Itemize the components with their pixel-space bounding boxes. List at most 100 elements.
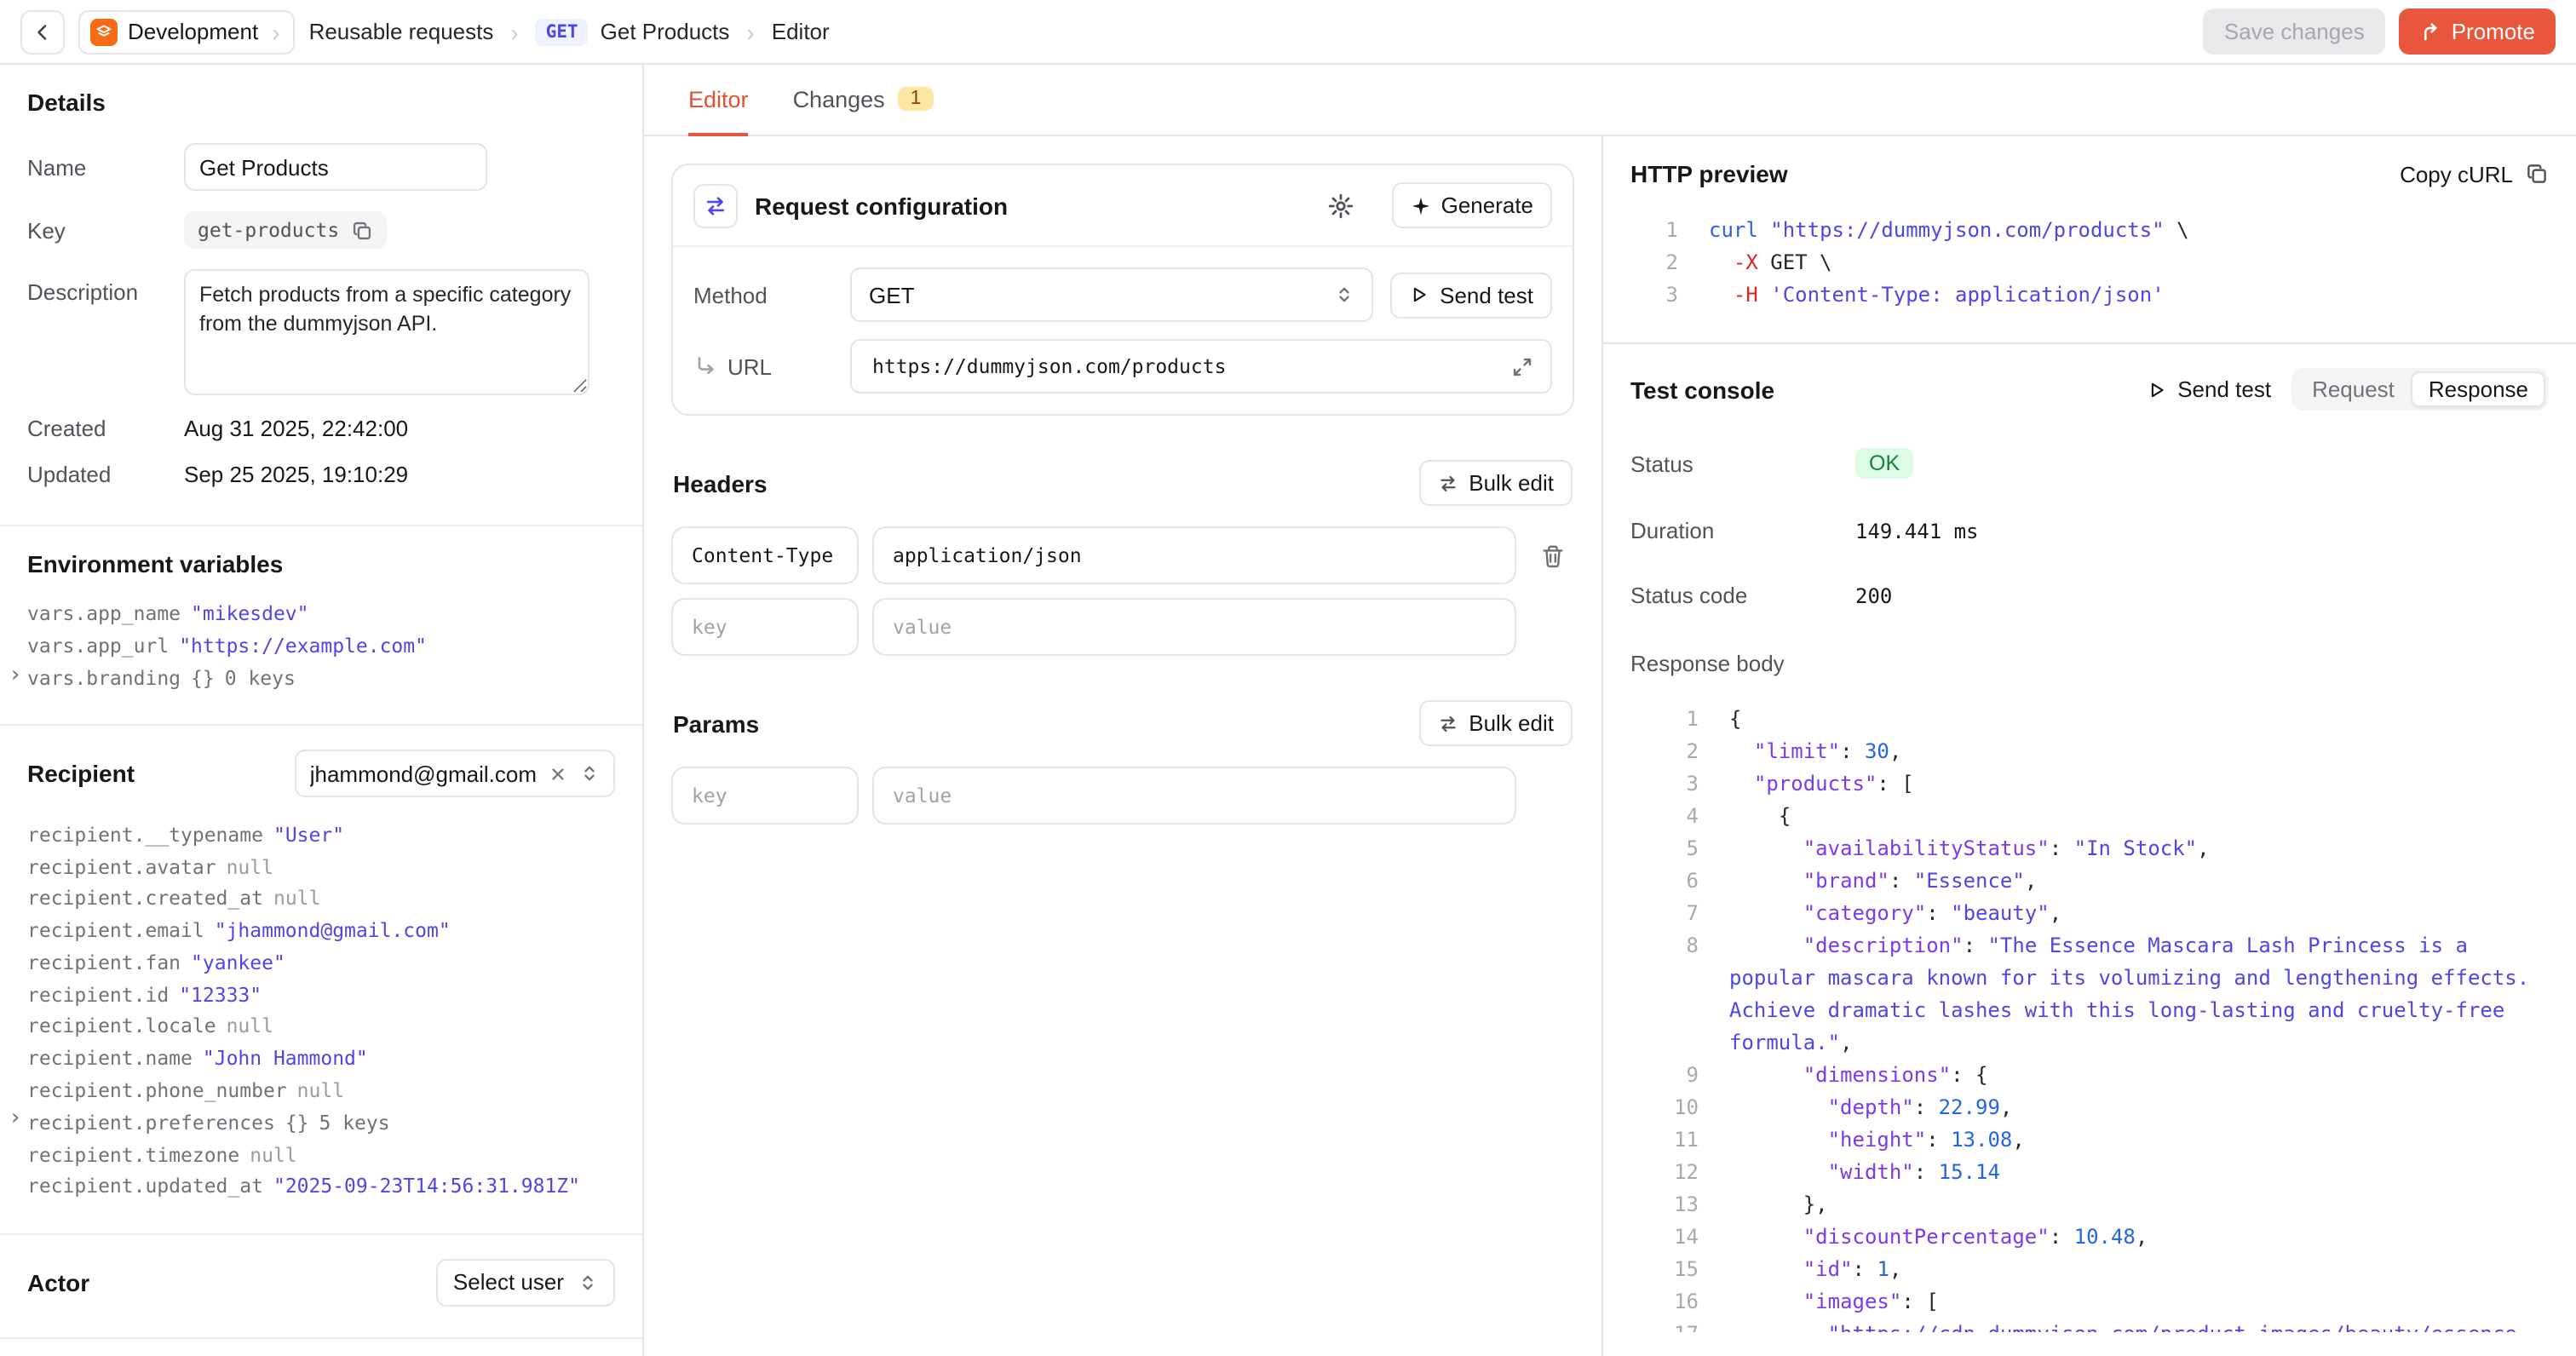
tabbar: Editor Changes 1	[644, 65, 2576, 136]
request-settings-button[interactable]	[1327, 192, 1354, 219]
gear-icon	[1327, 192, 1354, 219]
variable-key: recipient.created_at	[27, 887, 263, 911]
variable-value: "2025-09-23T14:56:31.981Z"	[273, 1175, 580, 1198]
recipient-section: Recipient jhammond@gmail.com recipient._…	[0, 727, 642, 1235]
code-text: "id": 1,	[1729, 1254, 2549, 1286]
description-label: Description	[27, 269, 184, 305]
line-number: 8	[1651, 930, 1699, 1060]
headers-bulk-edit-button[interactable]: Bulk edit	[1419, 460, 1573, 506]
recipient-props-list: recipient.__typename"User"recipient.avat…	[27, 819, 615, 1203]
name-input[interactable]	[184, 143, 487, 191]
variable-value: null	[227, 1014, 273, 1038]
variable-row[interactable]: ›recipient.preferences{}5 keys	[27, 1106, 615, 1139]
header-key-input-empty[interactable]	[671, 598, 859, 656]
breadcrumb-request[interactable]: GET Get Products	[536, 18, 730, 45]
param-key-input[interactable]	[671, 767, 859, 825]
environment-switcher[interactable]: Development ›	[78, 9, 296, 54]
variable-row: recipient.name"John Hammond"	[27, 1043, 615, 1075]
line-number: 16	[1651, 1286, 1699, 1319]
method-select[interactable]: GET	[850, 267, 1373, 322]
swap-horizontal-icon	[1438, 473, 1458, 493]
response-body-label: Response body	[1630, 651, 2549, 676]
variable-key: recipient.fan	[27, 951, 181, 974]
variable-key: recipient.id	[27, 982, 169, 1006]
console-send-test-button[interactable]: Send test	[2147, 376, 2271, 402]
line-number: 11	[1651, 1124, 1699, 1157]
send-test-button[interactable]: Send test	[1390, 272, 1552, 318]
params-bulk-edit-button[interactable]: Bulk edit	[1419, 700, 1573, 746]
tenant-section: Tenant Select tenant	[0, 1338, 642, 1356]
description-textarea[interactable]: Fetch products from a specific category …	[184, 269, 589, 395]
chevron-updown-icon	[578, 1272, 598, 1292]
environment-variables-list: vars.app_name"mikesdev"vars.app_url"http…	[27, 598, 615, 694]
updated-value: Sep 25 2025, 19:10:29	[184, 462, 408, 487]
param-value-input[interactable]	[872, 767, 1516, 825]
tab-changes[interactable]: Changes 1	[793, 65, 934, 136]
preview-panel: HTTP preview Copy cURL 1curl "https://du…	[1601, 136, 2576, 1356]
name-label: Name	[27, 154, 184, 180]
variable-row[interactable]: ›vars.branding{}0 keys	[27, 662, 615, 694]
expand-url-button[interactable]	[1511, 355, 1533, 377]
arrow-branch-icon	[693, 354, 717, 378]
details-sidebar: Details Name Key get-products	[0, 65, 644, 1356]
line-number: 10	[1651, 1092, 1699, 1124]
environment-variables-title: Environment variables	[27, 550, 615, 577]
code-text: -X GET \	[1709, 247, 2549, 279]
chevron-right-icon: ›	[9, 664, 22, 686]
variable-value: null	[273, 887, 320, 911]
header-value-input[interactable]	[872, 526, 1516, 584]
header-key-input[interactable]	[671, 526, 859, 584]
generate-button[interactable]: Generate	[1392, 182, 1552, 228]
variable-key: recipient.__typename	[27, 822, 263, 846]
code-text: "https://cdn.dummyjson.com/product-image…	[1729, 1319, 2549, 1332]
code-text: "discountPercentage": 10.48,	[1729, 1221, 2549, 1254]
variable-key: vars.app_name	[27, 602, 181, 626]
back-button[interactable]	[20, 9, 65, 54]
line-number: 12	[1651, 1157, 1699, 1189]
test-console-section: Test console Send test Request Response	[1603, 344, 2576, 1356]
variable-key: recipient.name	[27, 1046, 193, 1070]
tab-editor[interactable]: Editor	[688, 65, 749, 136]
actor-select[interactable]: Select user	[436, 1258, 615, 1306]
variable-row: recipient.id"12333"	[27, 979, 615, 1011]
line-number: 9	[1651, 1060, 1699, 1092]
key-chip: get-products	[184, 211, 387, 249]
variable-row: vars.app_url"https://example.com"	[27, 630, 615, 663]
copy-key-button[interactable]	[351, 219, 373, 241]
request-swap-icon	[693, 183, 738, 227]
clear-x-icon[interactable]	[549, 765, 567, 784]
created-value: Aug 31 2025, 22:42:00	[184, 416, 408, 441]
actor-title: Actor	[27, 1268, 89, 1296]
url-input[interactable]	[869, 353, 1498, 380]
content: Details Name Key get-products	[0, 65, 2576, 1356]
environment-label: Development	[128, 19, 258, 44]
code-line: 14 "discountPercentage": 10.48,	[1651, 1221, 2549, 1254]
variable-row: vars.app_name"mikesdev"	[27, 598, 615, 630]
details-section: Details Name Key get-products	[0, 65, 642, 526]
request-tab[interactable]: Request	[2295, 371, 2412, 407]
response-tab[interactable]: Response	[2412, 371, 2545, 407]
save-changes-button[interactable]: Save changes	[2204, 9, 2385, 55]
code-text: {	[1729, 801, 2549, 833]
code-line: 17 "https://cdn.dummyjson.com/product-im…	[1651, 1319, 2549, 1332]
copy-curl-button[interactable]: Copy cURL	[2400, 161, 2549, 187]
delete-header-button[interactable]	[1539, 543, 1565, 568]
code-text: "limit": 30,	[1729, 736, 2549, 768]
status-code-label: Status code	[1630, 583, 1855, 608]
play-icon	[1409, 284, 1429, 305]
code-line: 3 "products": [	[1651, 768, 2549, 801]
variable-value: null	[250, 1142, 296, 1166]
trash-icon	[1539, 543, 1565, 568]
variable-key: recipient.updated_at	[27, 1175, 263, 1198]
variable-key: recipient.preferences	[27, 1111, 275, 1135]
recipient-combobox[interactable]: jhammond@gmail.com	[295, 750, 615, 798]
header-value-input-empty[interactable]	[872, 598, 1516, 656]
promote-button[interactable]: Promote	[2399, 9, 2556, 55]
headers-title: Headers	[673, 469, 768, 497]
breadcrumb-section[interactable]: Reusable requests	[309, 19, 494, 44]
code-line: 15 "id": 1,	[1651, 1254, 2549, 1286]
code-line: 5 "availabilityStatus": "In Stock",	[1651, 833, 2549, 865]
status-row: Status OK	[1630, 448, 2549, 479]
expand-icon	[1511, 355, 1533, 377]
variable-row: recipient.fan"yankee"	[27, 946, 615, 979]
